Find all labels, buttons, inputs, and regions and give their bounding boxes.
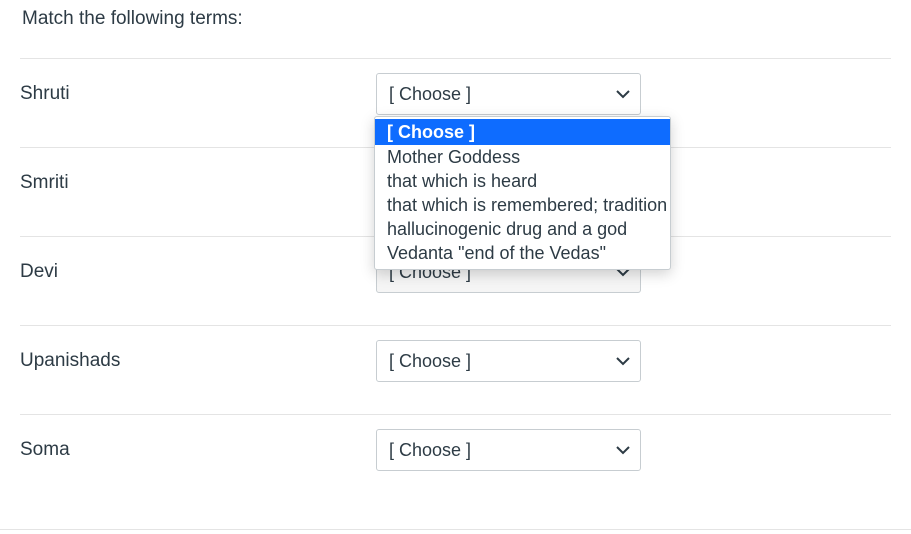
selected-value: [ Choose ] [389,440,471,461]
dropdown-options-list: [ Choose ] Mother Goddess that which is … [374,116,671,270]
selected-value: [ Choose ] [389,84,471,105]
dropdown-option[interactable]: that which is remembered; tradition [375,193,670,217]
dropdown-option[interactable]: Mother Goddess [375,145,670,169]
term-label: Devi [20,261,376,283]
dropdown-option[interactable]: hallucinogenic drug and a god [375,217,670,241]
bottom-divider [0,529,911,530]
matching-question: Match the following terms: Shruti [ Choo… [0,0,911,523]
select-wrap: [ Choose ] [ Choose ] Mother Goddess tha… [376,73,641,115]
term-label: Soma [20,439,376,461]
chevron-down-icon [616,354,630,368]
match-row-shruti: Shruti [ Choose ] [ Choose ] Mother Godd… [20,58,891,147]
answer-select[interactable]: [ Choose ] [376,429,641,471]
term-label: Shruti [20,83,376,105]
answer-select[interactable]: [ Choose ] [376,73,641,115]
chevron-down-icon [616,443,630,457]
term-label: Upanishads [20,350,376,372]
question-prompt: Match the following terms: [20,0,891,58]
term-label: Smriti [20,172,376,194]
match-row-soma: Soma [ Choose ] [20,414,891,503]
chevron-down-icon [616,87,630,101]
dropdown-option[interactable]: Vedanta "end of the Vedas" [375,241,670,265]
selected-value: [ Choose ] [389,351,471,372]
dropdown-option[interactable]: that which is heard [375,169,670,193]
answer-select[interactable]: [ Choose ] [376,340,641,382]
select-wrap: [ Choose ] [376,340,641,382]
dropdown-option[interactable]: [ Choose ] [375,119,670,145]
select-wrap: [ Choose ] [376,429,641,471]
match-row-upanishads: Upanishads [ Choose ] [20,325,891,414]
